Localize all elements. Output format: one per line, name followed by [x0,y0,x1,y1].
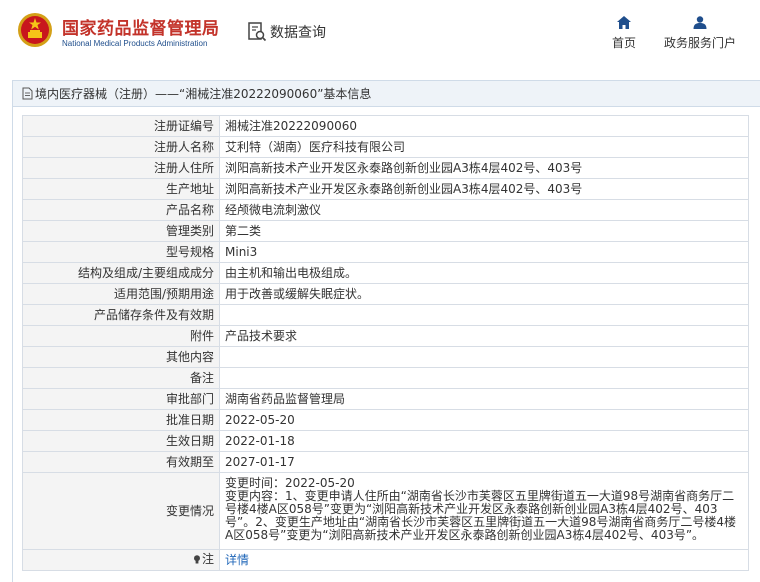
org-name-cn[interactable]: 国家药品监督管理局 [62,14,220,39]
field-label: 注册人住所 [22,157,220,179]
field-label: 注 [22,549,220,571]
nav-service-portal-label: 政务服务门户 [664,36,737,50]
table-row: 批准日期 2022-05-20 [22,409,749,431]
table-row: 生效日期 2022-01-18 [22,430,749,452]
home-icon [617,16,631,29]
field-label: 生产地址 [22,178,220,200]
field-label: 有效期至 [22,451,220,473]
site-header: 国家药品监督管理局 National Medical Products Admi… [0,0,760,70]
field-value: 浏阳高新技术产业开发区永泰路创新创业园A3栋4层402号、403号 [219,178,749,200]
table-row: 产品名称 经颅微电流刺激仪 [22,199,749,221]
table-row: 产品储存条件及有效期 [22,304,749,326]
field-label: 注册人名称 [22,136,220,158]
field-label: 备注 [22,367,220,389]
field-label: 产品储存条件及有效期 [22,304,220,326]
data-query-button[interactable]: 数据查询 [247,20,326,44]
change-content: 变更内容：1、变更申请人住所由“湖南省长沙市芙蓉区五里牌街道五一大道98号湖南省… [225,489,736,542]
table-row-note: 注详情 [22,549,749,571]
nav-service-portal[interactable]: 政务服务门户 [664,16,736,51]
field-value: 产品技术要求 [219,325,749,347]
table-row: 备注 [22,367,749,389]
field-label: 其他内容 [22,346,220,368]
document-icon [22,87,33,100]
field-label: 产品名称 [22,199,220,221]
table-row: 注册人名称 艾利特（湖南）医疗科技有限公司 [22,136,749,158]
field-value: 艾利特（湖南）医疗科技有限公司 [219,136,749,158]
field-value: 用于改善或缓解失眠症状。 [219,283,749,305]
table-row-change: 变更情况 变更时间：2022-05-20 变更内容：1、变更申请人住所由“湖南省长沙… [22,472,749,550]
field-value: 详情 [219,549,749,571]
field-label: 批准日期 [22,409,220,431]
table-row: 审批部门 湖南省药品监督管理局 [22,388,749,410]
breadcrumb-text: 境内医疗器械（注册）——“湘械注准20222090060”基本信息 [35,87,372,101]
field-value [219,346,749,368]
field-value: 2022-01-18 [219,430,749,452]
table-row: 注册证编号 湘械注准20222090060 [22,115,749,137]
field-label: 附件 [22,325,220,347]
table-row: 适用范围/预期用途 用于改善或缓解失眠症状。 [22,283,749,305]
lightbulb-icon [193,555,200,564]
field-value: 2022-05-20 [219,409,749,431]
org-name-en[interactable]: National Medical Products Administration [62,39,207,48]
field-label: 变更情况 [22,472,220,550]
field-value: 经颅微电流刺激仪 [219,199,749,221]
table-row: 注册人住所 浏阳高新技术产业开发区永泰路创新创业园A3栋4层402号、403号 [22,157,749,179]
table-row: 附件 产品技术要求 [22,325,749,347]
table-row: 型号规格 Mini3 [22,241,749,263]
field-value: 第二类 [219,220,749,242]
field-value [219,304,749,326]
note-label: 注 [201,552,214,566]
field-value: 湘械注准20222090060 [219,115,749,137]
field-label: 适用范围/预期用途 [22,283,220,305]
field-value [219,367,749,389]
table-row: 其他内容 [22,346,749,368]
field-value: 湖南省药品监督管理局 [219,388,749,410]
field-label: 注册证编号 [22,115,220,137]
field-value: 2027-01-17 [219,451,749,473]
document-search-icon [248,22,267,42]
table-row: 生产地址 浏阳高新技术产业开发区永泰路创新创业园A3栋4层402号、403号 [22,178,749,200]
table-row: 管理类别 第二类 [22,220,749,242]
nav-home-label: 首页 [612,36,637,50]
national-emblem-icon [18,13,52,47]
field-label: 审批部门 [22,388,220,410]
change-details: 变更时间：2022-05-20 变更内容：1、变更申请人住所由“湖南省长沙市芙蓉区… [219,472,749,550]
field-label: 型号规格 [22,241,220,263]
field-value: 由主机和输出电极组成。 [219,262,749,284]
user-icon [693,16,707,29]
device-detail-table: 注册证编号 湘械注准20222090060 注册人名称 艾利特（湖南）医疗科技有限公司… [22,115,749,571]
table-row: 有效期至 2027-01-17 [22,451,749,473]
nav-home[interactable]: 首页 [612,16,636,51]
field-value: Mini3 [219,241,749,263]
details-link[interactable]: 详情 [225,553,249,567]
field-label: 生效日期 [22,430,220,452]
field-label: 结构及组成/主要组成成分 [22,262,220,284]
table-row: 结构及组成/主要组成成分 由主机和输出电极组成。 [22,262,749,284]
data-query-label: 数据查询 [270,25,326,41]
breadcrumb: 境内医疗器械（注册）——“湘械注准20222090060”基本信息 [13,81,760,107]
field-value: 浏阳高新技术产业开发区永泰路创新创业园A3栋4层402号、403号 [219,157,749,179]
field-label: 管理类别 [22,220,220,242]
